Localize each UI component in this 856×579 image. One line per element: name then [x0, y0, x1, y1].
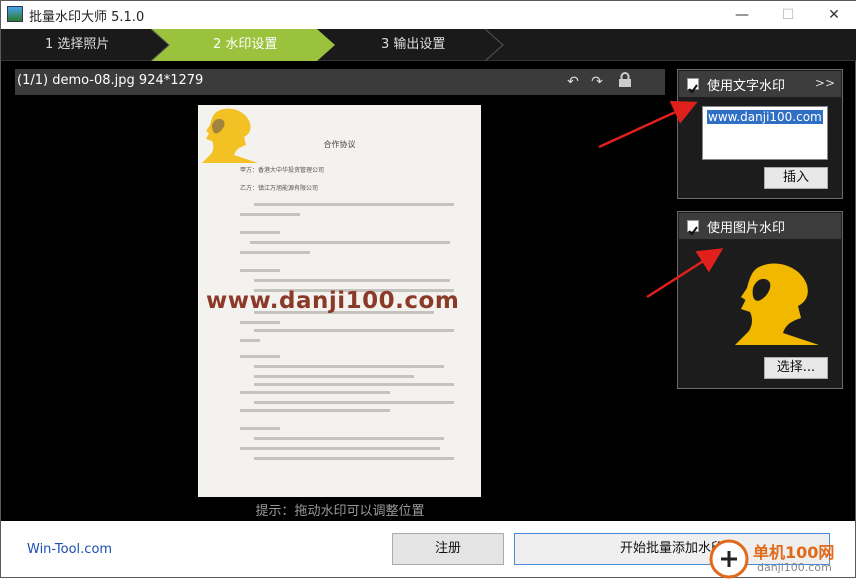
image-watermark-panel: 使用图片水印 选择... — [677, 211, 843, 389]
rotate-left-icon[interactable]: ↶ — [563, 72, 583, 92]
site-name: 单机100网 — [753, 543, 835, 562]
check-icon — [688, 84, 698, 94]
text-watermark-panel: 使用文字水印 >> www.danji100.com 插入 — [677, 69, 843, 199]
maximize-button[interactable]: ☐ — [765, 1, 811, 29]
text-watermark-header: 使用文字水印 >> — [679, 71, 841, 97]
minimize-button[interactable]: — — [719, 1, 765, 29]
step-bar: 1 选择照片 2 水印设置 3 输出设置 — [1, 29, 856, 61]
step-watermark-settings[interactable]: 2 水印设置 — [213, 29, 277, 61]
text-watermark-label[interactable]: 使用文字水印 — [707, 75, 785, 94]
more-options-button[interactable]: >> — [815, 76, 835, 90]
image-watermark-label[interactable]: 使用图片水印 — [707, 217, 785, 236]
image-watermark-preview[interactable] — [200, 105, 260, 165]
document-party-a: 甲方：香港大中华投资管理公司 — [240, 167, 325, 174]
image-watermark-checkbox[interactable] — [687, 220, 699, 236]
document-party-b: 乙方：镇江万旭能源有限公司 — [240, 185, 319, 192]
register-button[interactable]: 注册 — [392, 533, 504, 565]
title-bar: 批量水印大师 5.1.0 — ☐ ✕ — [1, 1, 856, 29]
preview-image[interactable]: 合作协议 甲方：香港大中华投资管理公司 乙方：镇江万旭能源有限公司 www.da… — [198, 105, 481, 497]
step-output-settings[interactable]: 3 输出设置 — [381, 29, 445, 61]
window-title: 批量水印大师 5.1.0 — [29, 10, 145, 25]
app-window: 批量水印大师 5.1.0 — ☐ ✕ 1 选择照片 2 水印设置 3 输出设置 … — [0, 0, 856, 579]
lock-icon[interactable] — [615, 72, 635, 92]
check-icon — [688, 226, 698, 236]
watermark-text-value: www.danji100.com — [707, 110, 823, 124]
site-badge: 单机100网 danji100.com — [709, 537, 856, 579]
text-watermark-preview[interactable]: www.danji100.com — [206, 288, 459, 314]
brand-link[interactable]: Win-Tool.com — [27, 542, 112, 557]
select-image-button[interactable]: 选择... — [764, 357, 828, 379]
site-logo-icon — [709, 539, 749, 579]
close-button[interactable]: ✕ — [811, 1, 856, 29]
watermark-text-input[interactable]: www.danji100.com — [702, 106, 828, 160]
insert-button[interactable]: 插入 — [764, 167, 828, 189]
step-select-photos[interactable]: 1 选择照片 — [45, 29, 109, 61]
drag-hint: 提示：拖动水印可以调整位置 — [255, 504, 425, 519]
text-watermark-checkbox[interactable] — [687, 78, 699, 94]
preview-header: (1/1) demo-08.jpg 924*1279 ↶ ↷ — [15, 69, 665, 95]
watermark-image-thumbnail — [735, 263, 819, 345]
step-divider — [484, 29, 504, 61]
image-info: (1/1) demo-08.jpg 924*1279 — [17, 73, 204, 88]
rotate-right-icon[interactable]: ↷ — [587, 72, 607, 92]
document-title: 合作协议 — [323, 140, 356, 149]
app-icon — [7, 6, 23, 22]
image-watermark-header: 使用图片水印 — [679, 213, 841, 239]
site-url: danji100.com — [757, 561, 832, 574]
